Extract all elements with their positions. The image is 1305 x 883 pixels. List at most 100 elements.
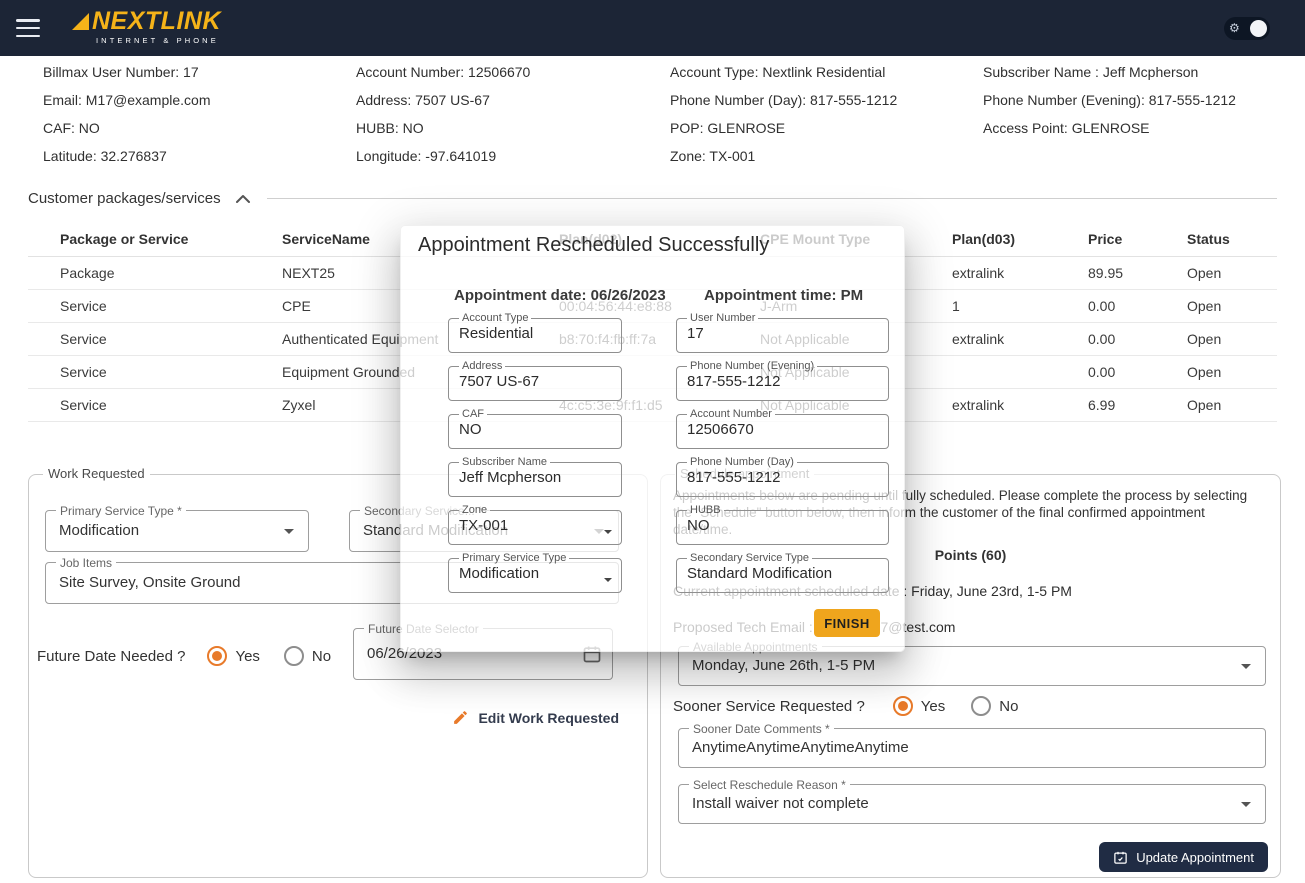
sooner-service-label: Sooner Service Requested ? [673,697,865,715]
modal-field-label: Subscriber Name [462,456,547,468]
caret-down-icon [1241,802,1251,807]
pencil-icon [454,711,468,724]
modal-field-zone[interactable]: Zone TX-001 [448,505,622,545]
modal-field-address[interactable]: Address 7507 US-67 [448,361,622,401]
customer-info-item: Account Number: 12506670 [356,64,531,80]
table-cell [952,355,1088,389]
customer-info-column: Account Type: Nextlink Residential Phone… [670,58,983,170]
calendar-check-icon [1114,851,1127,864]
customer-info-item: Address: 7507 US-67 [356,92,490,108]
customer-info-column: Billmax User Number: 17 Email: M17@examp… [43,58,356,170]
modal-field-phone-evening[interactable]: Phone Number (Evening) 817-555-1212 [676,361,889,401]
toggle-knob [1250,20,1267,37]
nextlink-logo: NEXTLINK INTERNET & PHONE [72,9,221,45]
table-cell: 6.99 [1088,388,1187,422]
brand-name: NEXTLINK [92,7,221,35]
brand-tagline: INTERNET & PHONE [96,36,219,45]
modal-field-label: Primary Service Type [462,552,567,564]
modal-field-label: CAF [462,408,484,420]
chevron-up-icon [235,195,250,203]
modal-field-label: Phone Number (Day) [690,456,794,468]
future-date-yes-option[interactable]: Yes [235,648,259,665]
col-header-plan-d03: Plan(d03) [952,222,1088,257]
customer-info-item: Latitude: 32.276837 [43,148,167,164]
sooner-date-comments-field[interactable]: Sooner Date Comments * AnytimeAnytimeAny… [678,722,1266,768]
modal-field-caf[interactable]: CAF NO [448,409,622,449]
modal-field-value: NO [459,421,482,438]
collapse-button[interactable] [233,192,253,205]
reschedule-reason-select[interactable]: Select Reschedule Reason * Install waive… [678,778,1266,824]
table-cell: extralink [952,322,1088,356]
modal-field-value: 817-555-1212 [687,373,781,390]
sooner-service-group: Sooner Service Requested ? Yes No [673,694,1018,718]
customer-info-item: Zone: TX-001 [670,148,756,164]
sooner-yes-option[interactable]: Yes [921,698,945,715]
customer-info-item: Phone Number (Day): 817-555-1212 [670,92,898,108]
table-cell: Open [1187,256,1277,290]
modal-field-account-number[interactable]: Account Number 12506670 [676,409,889,449]
customer-info-item: CAF: NO [43,120,100,136]
modal-field-phone-day[interactable]: Phone Number (Day) 817-555-1212 [676,457,889,497]
modal-field-value: Standard Modification [687,565,833,582]
modal-field-label: Address [462,360,503,372]
col-header-status: Status [1187,222,1277,257]
sooner-date-comments-label: Sooner Date Comments * [689,722,834,736]
sooner-yes-radio[interactable] [892,696,913,716]
table-cell: extralink [952,256,1088,290]
theme-toggle[interactable]: ⚙ [1224,17,1270,40]
menu-button[interactable] [16,19,40,37]
future-date-needed-group: Future Date Needed ? Yes No [37,644,331,668]
update-appointment-button[interactable]: Update Appointment [1099,842,1268,872]
modal-field-label: User Number [690,312,756,324]
modal-field-hubb[interactable]: HUBB NO [676,505,889,545]
caret-down-icon [604,578,612,582]
modal-field-secondary-service-type[interactable]: Secondary Service Type Standard Modifica… [676,553,889,593]
modal-field-label: HUBB [690,504,721,516]
edit-work-requested-label: Edit Work Requested [478,709,619,726]
app-header: NEXTLINK INTERNET & PHONE ⚙ [0,0,1305,56]
table-cell: Package [28,256,282,290]
sooner-no-radio[interactable] [971,696,992,716]
table-cell: Open [1187,388,1277,422]
table-cell: 1 [952,289,1088,323]
sooner-date-comments-value: AnytimeAnytimeAnytimeAnytime [692,739,909,756]
customer-info-item: Account Type: Nextlink Residential [670,64,886,80]
primary-service-type-select[interactable]: Primary Service Type * Modification [45,504,309,552]
table-cell: 0.00 [1088,289,1187,323]
future-date-no-radio[interactable] [283,646,304,666]
table-cell: Service [28,289,282,323]
modal-field-label: Zone [462,504,488,516]
reschedule-reason-value: Install waiver not complete [692,795,869,812]
appointment-time-text: Appointment time: PM [704,287,864,304]
customer-info-item: Phone Number (Evening): 817-555-1212 [983,92,1236,108]
col-header-price: Price [1088,222,1187,257]
modal-fields-grid: Account Type Residential User Number 17 … [448,313,889,593]
modal-field-value: 817-555-1212 [687,469,781,486]
customer-info-item: Email: M17@example.com [43,92,211,108]
reschedule-success-modal: Appointment Rescheduled Successfully App… [400,225,905,652]
customer-info-item: Access Point: GLENROSE [983,120,1150,136]
packages-title: Customer packages/services [28,190,221,207]
modal-field-account-type[interactable]: Account Type Residential [448,313,622,353]
table-cell: Open [1187,322,1277,356]
edit-work-requested-button[interactable]: Edit Work Requested [452,709,619,726]
table-cell: Open [1187,289,1277,323]
gear-icon: ⚙ [1229,21,1240,35]
modal-field-user-number[interactable]: User Number 17 [676,313,889,353]
modal-field-subscriber-name[interactable]: Subscriber Name Jeff Mcpherson [448,457,622,497]
modal-title: Appointment Rescheduled Successfully [418,234,770,256]
available-appointments-select[interactable]: Available Appointments Monday, June 26th… [678,640,1266,686]
table-cell: Service [28,355,282,389]
customer-info-column: Subscriber Name : Jeff Mcpherson Phone N… [983,58,1236,170]
modal-field-value: 12506670 [687,421,754,438]
future-date-no-option[interactable]: No [312,648,331,665]
hamburger-icon [16,26,40,30]
reschedule-reason-label: Select Reschedule Reason * [689,778,850,792]
finish-button[interactable]: FINISH [814,609,880,637]
modal-field-primary-service-type[interactable]: Primary Service Type Modification [448,553,622,593]
modal-field-label: Phone Number (Evening) [690,360,815,372]
job-items-label: Job Items [56,556,117,570]
sooner-no-option[interactable]: No [999,698,1018,715]
customer-info-item: POP: GLENROSE [670,120,786,136]
future-date-yes-radio[interactable] [207,646,228,666]
